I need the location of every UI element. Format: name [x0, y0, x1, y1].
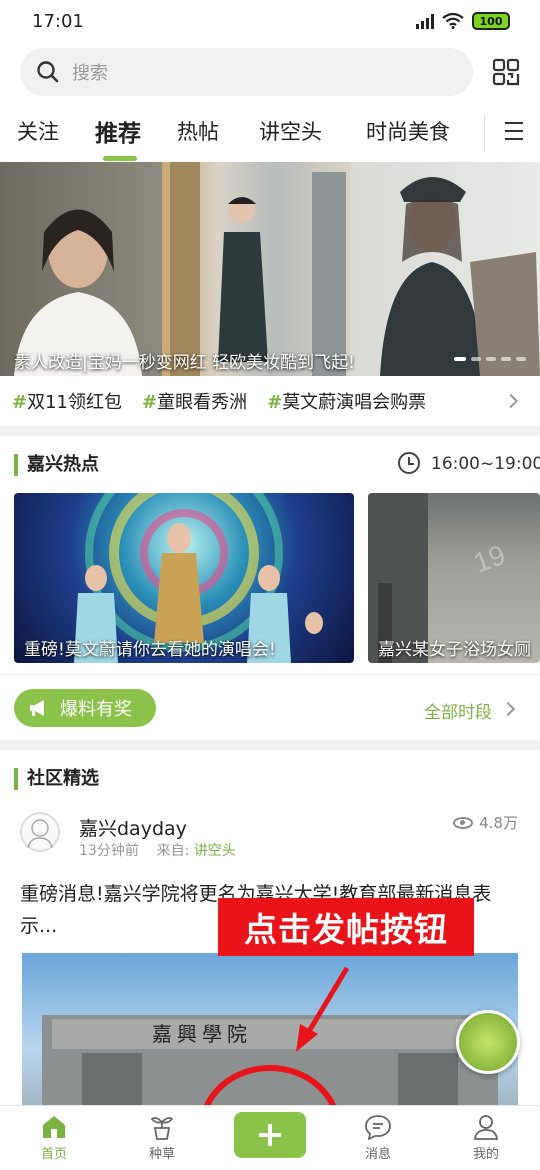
active-tab-indicator: [103, 156, 137, 161]
banner-photo-after: [350, 162, 540, 376]
tab-follow[interactable]: 关注: [17, 116, 59, 146]
tab-bar: 关注 推荐 热帖 讲空头 时尚美食: [0, 110, 540, 162]
banner-photo-before: [0, 162, 162, 376]
post-image[interactable]: 嘉 興 學 院: [22, 953, 518, 1110]
tab-fashion-food[interactable]: 时尚美食: [366, 116, 450, 146]
topic-row: #双11领红包 #童眼看秀洲 #莫文蔚演唱会购票: [0, 376, 540, 426]
signal-icon: [416, 13, 434, 29]
banner-caption: 素人改造|宝妈一秒变网红 轻欧美妆酷到飞起!: [14, 353, 355, 373]
status-time: 17:01: [32, 11, 84, 32]
tip-off-label: 爆料有奖: [60, 699, 132, 720]
hot-time-range: 16:00~19:00: [431, 454, 540, 474]
topic-tag[interactable]: #双11领红包: [12, 388, 122, 414]
search-bar[interactable]: 搜索: [20, 48, 473, 96]
hot-card[interactable]: 19 嘉兴某女子浴场女厕: [368, 493, 540, 663]
carousel-dots: [454, 357, 526, 361]
floating-promo-button[interactable]: [456, 1010, 520, 1074]
divider: [0, 674, 540, 675]
tab-hot-posts[interactable]: 热帖: [177, 116, 219, 146]
nav-plant[interactable]: 种草: [132, 1114, 192, 1162]
status-bar: 17:01 100: [0, 0, 540, 44]
tab-talk[interactable]: 讲空头: [259, 116, 322, 146]
search-icon: [37, 61, 59, 83]
chevron-right-icon[interactable]: [503, 393, 519, 409]
megaphone-icon: [30, 700, 44, 716]
battery-icon: 100: [472, 12, 510, 30]
create-post-button[interactable]: [234, 1112, 306, 1158]
plant-icon: [150, 1117, 174, 1140]
post-from-label: 来自:: [156, 843, 190, 859]
all-periods-link[interactable]: 全部时段: [424, 698, 492, 723]
hot-topics-section: 嘉兴热点 16:00~19:00 重磅!莫文蔚请你去看她的演唱会! 19 嘉兴某…: [0, 436, 540, 740]
hot-section-title: 嘉兴热点: [14, 454, 99, 476]
nav-home[interactable]: 首页: [24, 1114, 84, 1162]
tab-recommend[interactable]: 推荐: [95, 114, 141, 148]
banner-photo-middle: [162, 162, 350, 376]
view-count: 4.8万: [453, 812, 518, 833]
bottom-nav: 首页 种草 消息 我的: [0, 1105, 540, 1170]
home-icon: [43, 1116, 65, 1138]
post-time: 13分钟前: [79, 843, 139, 859]
nav-messages[interactable]: 消息: [348, 1114, 408, 1162]
tab-divider: [484, 114, 485, 152]
post-author[interactable]: 嘉兴dayday: [79, 814, 187, 841]
svg-text:嘉 興 學 院: 嘉 興 學 院: [152, 1023, 247, 1046]
scan-icon[interactable]: [492, 58, 520, 86]
banner-carousel[interactable]: 素人改造|宝妈一秒变网红 轻欧美妆酷到飞起!: [0, 162, 540, 376]
message-icon: [365, 1115, 391, 1140]
header: 搜索 关注 推荐 热帖 讲空头 时尚美食: [0, 44, 540, 162]
svg-text:19: 19: [469, 539, 509, 579]
tutorial-callout: 点击发帖按钮: [218, 898, 474, 956]
topic-tag[interactable]: #莫文蔚演唱会购票: [267, 388, 426, 414]
search-placeholder: 搜索: [72, 63, 108, 84]
hot-card[interactable]: 重磅!莫文蔚请你去看她的演唱会!: [14, 493, 354, 663]
post-source[interactable]: 讲空头: [194, 843, 236, 859]
status-icons: 100: [416, 12, 510, 30]
profile-icon: [473, 1115, 499, 1140]
chevron-right-icon[interactable]: [500, 701, 516, 717]
hot-card-caption: 重磅!莫文蔚请你去看她的演唱会!: [24, 640, 276, 660]
community-section-title: 社区精选: [14, 768, 99, 790]
nav-profile[interactable]: 我的: [456, 1114, 516, 1162]
wifi-icon: [442, 13, 464, 29]
avatar[interactable]: [20, 812, 60, 852]
clock-icon: [398, 452, 420, 474]
menu-icon[interactable]: [505, 122, 523, 146]
topic-tag[interactable]: #童眼看秀洲: [142, 388, 247, 414]
post-meta: 13分钟前 来自: 讲空头: [79, 840, 236, 860]
eye-icon: [453, 816, 474, 829]
hot-card-caption: 嘉兴某女子浴场女厕: [378, 640, 531, 660]
tip-off-button[interactable]: 爆料有奖: [14, 689, 156, 727]
